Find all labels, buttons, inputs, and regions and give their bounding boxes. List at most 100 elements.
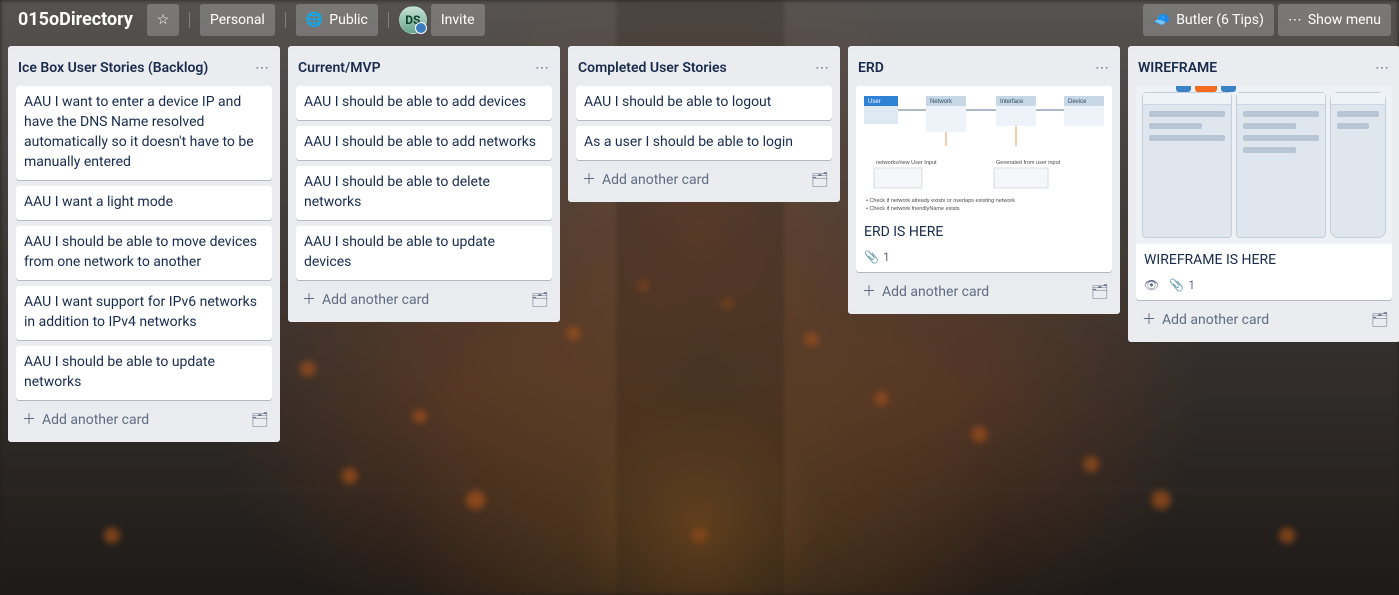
- list-menu-button[interactable]: ⋯: [1088, 54, 1116, 82]
- card-text: As a user I should be able to login: [576, 126, 832, 160]
- dots-icon: ⋯: [535, 61, 549, 75]
- list-cards: AAU I should be able to add devices AAU …: [288, 86, 560, 282]
- visibility-personal-label: Personal: [210, 12, 265, 28]
- attachments-count: 1: [1188, 278, 1195, 292]
- card-template-button[interactable]: 🗂: [246, 406, 274, 434]
- card[interactable]: AAU I want support for IPv6 networks in …: [16, 286, 272, 340]
- card-template-button[interactable]: 🗂: [806, 166, 834, 194]
- card-text: AAU I should be able to add networks: [296, 126, 552, 160]
- add-card-button[interactable]: ＋Add another card: [294, 286, 520, 314]
- divider: [189, 12, 190, 28]
- plus-icon: ＋: [1142, 313, 1156, 327]
- dots-icon: ⋯: [815, 61, 829, 75]
- star-button[interactable]: ☆: [147, 4, 179, 36]
- invite-button[interactable]: Invite: [431, 4, 485, 36]
- visibility-public-button[interactable]: 🌐 Public: [296, 4, 378, 36]
- card[interactable]: As a user I should be able to login: [576, 126, 832, 160]
- card-badges: 👁 📎 1: [1136, 278, 1392, 300]
- add-card-label: Add another card: [1162, 312, 1269, 328]
- list-cards: AAU I should be able to logout As a user…: [568, 86, 840, 162]
- card[interactable]: AAU I should be able to add devices: [296, 86, 552, 120]
- list-menu-button[interactable]: ⋯: [528, 54, 556, 82]
- card-erd[interactable]: User Network Interface Device: [856, 86, 1112, 272]
- card-template-button[interactable]: 🗂: [1086, 278, 1114, 306]
- list-icebox: Ice Box User Stories (Backlog) ⋯ AAU I w…: [8, 46, 280, 442]
- card-wireframe[interactable]: WIREFRAME IS HERE 👁 📎 1: [1136, 86, 1392, 300]
- add-card-label: Add another card: [42, 412, 149, 428]
- card-cover-wireframe: [1136, 86, 1392, 244]
- card[interactable]: AAU I should be able to move devices fro…: [16, 226, 272, 280]
- list-header: Completed User Stories ⋯: [568, 46, 840, 86]
- card-cover-erd: User Network Interface Device: [856, 86, 1112, 216]
- add-card-button[interactable]: ＋ Add another card: [574, 166, 800, 194]
- member-avatar[interactable]: DS: [399, 6, 427, 34]
- svg-text:• Check if network friendlyNam: • Check if network friendlyName exists: [866, 206, 960, 212]
- dots-icon: ⋯: [1375, 61, 1389, 75]
- butler-icon: 🧢: [1153, 13, 1170, 27]
- add-card-label: Add another card: [602, 172, 709, 188]
- card[interactable]: AAU I should be able to delete networks: [296, 166, 552, 220]
- card-text: AAU I should be able to delete networks: [296, 166, 552, 220]
- erd-diagram-thumbnail: User Network Interface Device: [856, 86, 1112, 216]
- svg-text:Network: Network: [930, 99, 953, 105]
- list-title[interactable]: Current/MVP: [298, 58, 381, 78]
- card-text: AAU I should be able to update networks: [16, 346, 272, 400]
- board-canvas[interactable]: Ice Box User Stories (Backlog) ⋯ AAU I w…: [0, 40, 1399, 595]
- attachments-count: 1: [883, 250, 890, 264]
- list-title[interactable]: Ice Box User Stories (Backlog): [18, 58, 208, 78]
- list-current: Current/MVP ⋯ AAU I should be able to ad…: [288, 46, 560, 322]
- list-footer: ＋Add another card 🗂: [288, 282, 560, 320]
- card-template-button[interactable]: 🗂: [1366, 306, 1394, 334]
- globe-icon: 🌐: [306, 13, 323, 27]
- list-menu-button[interactable]: ⋯: [1368, 54, 1396, 82]
- card-text: AAU I should be able to update devices: [296, 226, 552, 280]
- card-badges: 📎 1: [856, 250, 1112, 272]
- list-footer: ＋Add another card 🗂: [8, 402, 280, 440]
- template-icon: 🗂: [251, 413, 269, 427]
- dots-icon: ⋯: [255, 61, 269, 75]
- add-card-button[interactable]: ＋Add another card: [14, 406, 240, 434]
- template-icon: 🗂: [1091, 285, 1109, 299]
- card[interactable]: AAU I should be able to logout: [576, 86, 832, 120]
- dots-icon: ⋯: [1095, 61, 1109, 75]
- list-title[interactable]: ERD: [858, 58, 884, 78]
- invite-label: Invite: [441, 12, 475, 28]
- butler-label: Butler (6 Tips): [1176, 12, 1264, 28]
- show-menu-button[interactable]: ⋯ Show menu: [1278, 4, 1391, 36]
- board-title[interactable]: 015oDirectory: [8, 4, 143, 36]
- list-cards: User Network Interface Device: [848, 86, 1120, 274]
- card[interactable]: AAU I should be able to update networks: [16, 346, 272, 400]
- visibility-personal-button[interactable]: Personal: [200, 4, 275, 36]
- list-erd: ERD ⋯ User Network Interface: [848, 46, 1120, 314]
- butler-button[interactable]: 🧢 Butler (6 Tips): [1143, 4, 1274, 36]
- add-card-button[interactable]: ＋ Add another card: [1134, 306, 1360, 334]
- template-icon: 🗂: [1371, 313, 1389, 327]
- divider: [388, 12, 389, 28]
- list-title[interactable]: Completed User Stories: [578, 58, 727, 78]
- wireframe-panel-desktop-2: [1236, 92, 1326, 238]
- list-wireframe: WIREFRAME ⋯: [1128, 46, 1399, 342]
- attachments-badge: 📎 1: [1169, 278, 1195, 292]
- card[interactable]: AAU I want a light mode: [16, 186, 272, 220]
- card[interactable]: AAU I should be able to add networks: [296, 126, 552, 160]
- list-header: WIREFRAME ⋯: [1128, 46, 1399, 86]
- card-template-button[interactable]: 🗂: [526, 286, 554, 314]
- divider: [285, 12, 286, 28]
- template-icon: 🗂: [811, 173, 829, 187]
- card[interactable]: AAU I want to enter a device IP and have…: [16, 86, 272, 180]
- template-icon: 🗂: [531, 293, 549, 307]
- list-menu-button[interactable]: ⋯: [248, 54, 276, 82]
- board-header: 015oDirectory ☆ Personal 🌐 Public DS Inv…: [0, 0, 1399, 40]
- card[interactable]: AAU I should be able to update devices: [296, 226, 552, 280]
- list-title[interactable]: WIREFRAME: [1138, 58, 1217, 78]
- list-footer: ＋ Add another card 🗂: [1128, 302, 1399, 340]
- attachments-badge: 📎 1: [864, 250, 890, 264]
- attachment-icon: 📎: [1169, 279, 1184, 291]
- list-menu-button[interactable]: ⋯: [808, 54, 836, 82]
- attachment-icon: 📎: [864, 251, 879, 263]
- plus-icon: ＋: [862, 285, 876, 299]
- watching-badge: 👁: [1144, 279, 1159, 291]
- plus-icon: ＋: [582, 173, 596, 187]
- add-card-button[interactable]: ＋Add another card: [854, 278, 1080, 306]
- list-cards: AAU I want to enter a device IP and have…: [8, 86, 280, 402]
